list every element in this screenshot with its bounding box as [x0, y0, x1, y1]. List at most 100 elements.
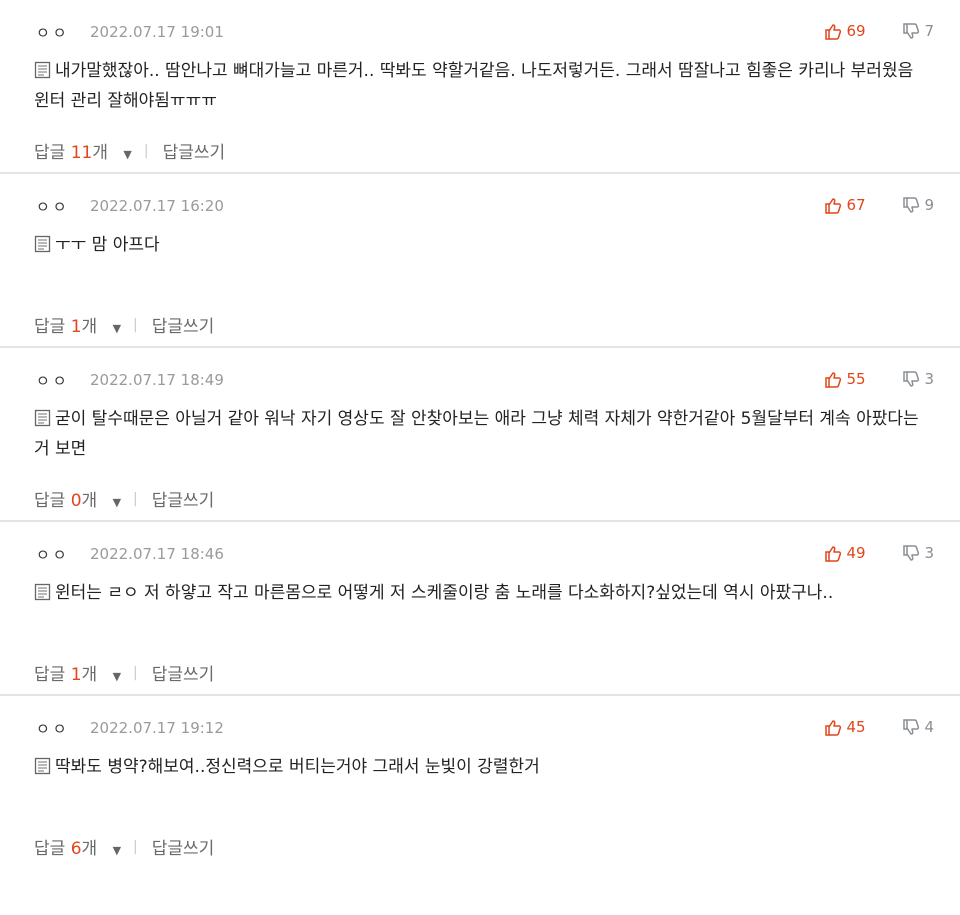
thumbs-down-icon [903, 718, 920, 735]
downvote-count: 9 [924, 196, 934, 214]
comment-text-line: ㅜㅜ 맘 아프다 [34, 230, 960, 260]
upvote-button[interactable]: 55 [824, 370, 902, 388]
reply-unit: 개 [81, 491, 98, 511]
comment-author[interactable]: ㅇㅇ [36, 370, 90, 391]
thumbs-down-icon [903, 544, 920, 561]
write-reply-button[interactable]: 답글쓰기 [152, 486, 215, 511]
comment-text: 딱봐도 병약?해보여..정신력으로 버티는거야 그래서 눈빛이 강렬한거 [55, 757, 540, 777]
thumbs-up-icon [825, 545, 842, 562]
comment-date: 2022.07.17 16:20 [90, 197, 224, 215]
comment-list: ㅇㅇ 2022.07.17 19:01 69 7 내가말했잖아.. 땀안나고 뼈… [0, 0, 960, 870]
downvote-count: 7 [924, 22, 934, 40]
comment-meta: ㅇㅇ 2022.07.17 18:49 55 3 [36, 370, 960, 390]
downvote-button[interactable]: 7 [902, 22, 934, 40]
comment-meta: ㅇㅇ 2022.07.17 16:20 67 9 [36, 196, 960, 216]
comment-body: 딱봐도 병약?해보여..정신력으로 버티는거야 그래서 눈빛이 강렬한거 [34, 752, 960, 782]
divider: | [133, 490, 138, 507]
reply-count: 11 [70, 143, 93, 163]
reply-toggle[interactable]: 답글 1개 ▼ [34, 312, 129, 337]
comment-author[interactable]: ㅇㅇ [36, 22, 90, 43]
comment-actions: 답글 11개 ▼ | 답글쓰기 [34, 138, 226, 164]
reply-label: 답글 [34, 665, 66, 685]
reply-unit: 개 [81, 839, 98, 859]
downvote-button[interactable]: 3 [902, 544, 934, 562]
divider: | [143, 142, 149, 159]
reply-count: 6 [70, 839, 82, 859]
comment-meta: ㅇㅇ 2022.07.17 19:01 69 7 [36, 22, 960, 42]
thumbs-down-icon [903, 196, 920, 213]
reply-count: 0 [70, 491, 82, 511]
comment-text-line: 딱봐도 병약?해보여..정신력으로 버티는거야 그래서 눈빛이 강렬한거 [34, 752, 960, 782]
comment-body: 윈터는 ㄹㅇ 저 하얗고 작고 마른몸으로 어떻게 저 스케줄이랑 춤 노래를 … [34, 578, 960, 608]
comment-text: 내가말했잖아.. 땀안나고 뼈대가늘고 마른거.. 딱봐도 약할거같음. 나도저… [55, 61, 914, 81]
write-reply-button[interactable]: 답글쓰기 [163, 138, 226, 163]
vote-group: 55 3 [824, 370, 934, 388]
downvote-button[interactable]: 3 [902, 370, 934, 388]
comment-body: ㅜㅜ 맘 아프다 [34, 230, 960, 260]
comment-item: ㅇㅇ 2022.07.17 19:01 69 7 내가말했잖아.. 땀안나고 뼈… [0, 0, 960, 174]
thumbs-down-icon [903, 22, 920, 39]
downvote-count: 4 [924, 718, 934, 736]
comment-date: 2022.07.17 18:46 [90, 545, 224, 563]
reply-label: 답글 [34, 143, 66, 163]
upvote-count: 45 [846, 718, 866, 736]
comment-item: ㅇㅇ 2022.07.17 18:49 55 3 굳이 탈수때문은 아닐거 같아… [0, 348, 960, 522]
memo-icon [34, 583, 51, 601]
reply-toggle[interactable]: 답글 6개 ▼ [34, 834, 129, 859]
comment-meta: ㅇㅇ 2022.07.17 19:12 45 4 [36, 718, 960, 738]
upvote-count: 55 [846, 370, 866, 388]
vote-group: 49 3 [824, 544, 934, 562]
comment-text-line: 굳이 탈수때문은 아닐거 같아 워낙 자기 영상도 잘 안찾아보는 애라 그냥 … [34, 404, 960, 434]
memo-icon [34, 235, 51, 253]
comment-date: 2022.07.17 19:01 [90, 23, 224, 41]
thumbs-up-icon [825, 371, 842, 388]
upvote-button[interactable]: 67 [824, 196, 902, 214]
reply-label: 답글 [34, 491, 66, 511]
comment-author[interactable]: ㅇㅇ [36, 544, 90, 565]
downvote-button[interactable]: 4 [902, 718, 934, 736]
comment-author[interactable]: ㅇㅇ [36, 196, 90, 217]
write-reply-button[interactable]: 답글쓰기 [152, 312, 215, 337]
downvote-count: 3 [924, 370, 934, 388]
reply-label: 답글 [34, 317, 66, 337]
downvote-count: 3 [924, 544, 934, 562]
upvote-button[interactable]: 69 [824, 22, 902, 40]
caret-down-icon: ▼ [123, 148, 132, 161]
comment-text: 굳이 탈수때문은 아닐거 같아 워낙 자기 영상도 잘 안찾아보는 애라 그냥 … [55, 409, 919, 429]
upvote-button[interactable]: 45 [824, 718, 902, 736]
comment-item: ㅇㅇ 2022.07.17 18:46 49 3 윈터는 ㄹㅇ 저 하얗고 작고… [0, 522, 960, 696]
comment-text-line: 윈터는 ㄹㅇ 저 하얗고 작고 마른몸으로 어떻게 저 스케줄이랑 춤 노래를 … [34, 578, 960, 608]
vote-group: 69 7 [824, 22, 934, 40]
vote-group: 67 9 [824, 196, 934, 214]
write-reply-button[interactable]: 답글쓰기 [152, 834, 215, 859]
divider: | [133, 838, 138, 855]
comment-text-line: 윈터 관리 잘해야됨ㅠㅠㅠ [34, 86, 960, 116]
caret-down-icon: ▼ [112, 496, 122, 509]
comment-item: ㅇㅇ 2022.07.17 19:12 45 4 딱봐도 병약?해보여..정신력… [0, 696, 960, 870]
comment-text: 거 보면 [34, 439, 87, 459]
vote-group: 45 4 [824, 718, 934, 736]
comment-text: 윈터는 ㄹㅇ 저 하얗고 작고 마른몸으로 어떻게 저 스케줄이랑 춤 노래를 … [55, 583, 834, 603]
write-reply-button[interactable]: 답글쓰기 [152, 660, 215, 685]
comment-text: ㅜㅜ 맘 아프다 [55, 235, 160, 255]
upvote-button[interactable]: 49 [824, 544, 902, 562]
caret-down-icon: ▼ [112, 322, 122, 335]
reply-toggle[interactable]: 답글 0개 ▼ [34, 486, 129, 511]
upvote-count: 69 [846, 22, 866, 40]
comment-author[interactable]: ㅇㅇ [36, 718, 90, 739]
reply-unit: 개 [81, 665, 98, 685]
comment-actions: 답글 1개 ▼ | 답글쓰기 [34, 660, 215, 686]
comment-date: 2022.07.17 19:12 [90, 719, 224, 737]
comment-date: 2022.07.17 18:49 [90, 371, 224, 389]
reply-toggle[interactable]: 답글 1개 ▼ [34, 660, 129, 685]
comment-actions: 답글 6개 ▼ | 답글쓰기 [34, 834, 215, 860]
upvote-count: 49 [846, 544, 866, 562]
reply-toggle[interactable]: 답글 11개 ▼ [34, 138, 140, 163]
memo-icon [34, 757, 51, 775]
thumbs-up-icon [825, 719, 842, 736]
comment-text-line: 거 보면 [34, 434, 960, 464]
caret-down-icon: ▼ [112, 670, 122, 683]
caret-down-icon: ▼ [112, 844, 122, 857]
thumbs-up-icon [825, 23, 842, 40]
downvote-button[interactable]: 9 [902, 196, 934, 214]
